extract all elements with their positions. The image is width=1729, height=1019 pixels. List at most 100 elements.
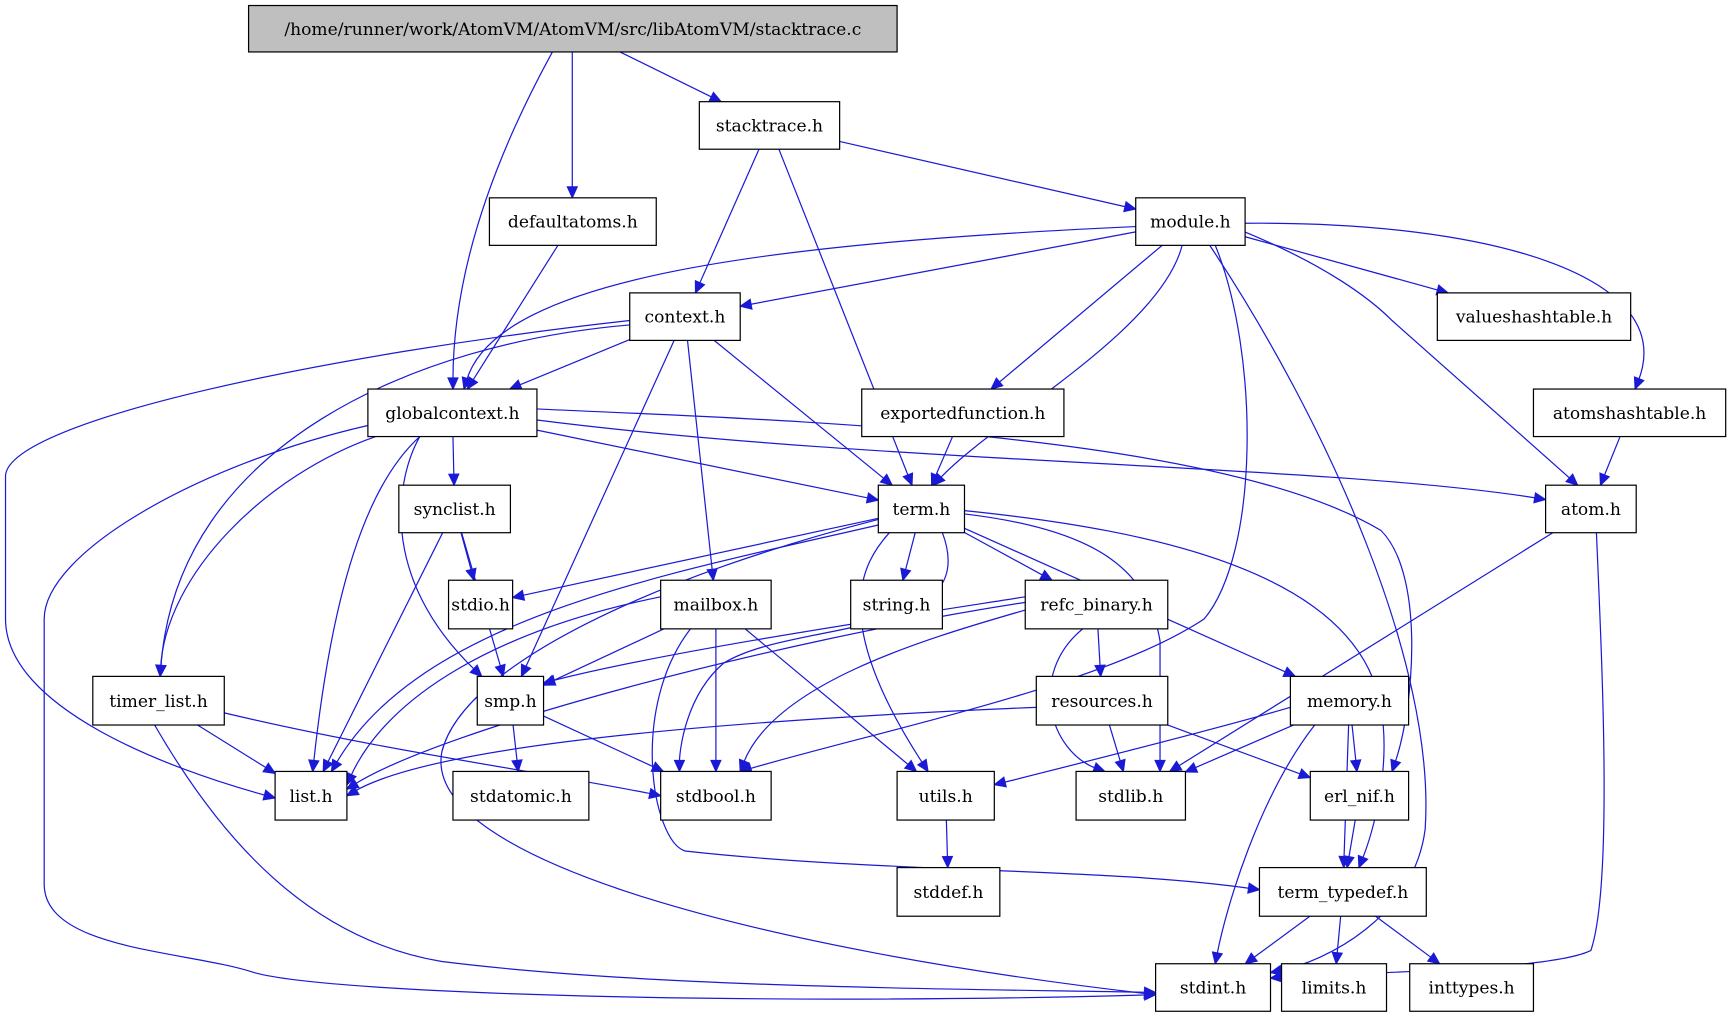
edge-term_typedef-to-limits — [1331, 916, 1344, 966]
edge-stacktrace-to-module — [839, 140, 1138, 213]
arrowhead-icon — [865, 492, 880, 504]
node-memory[interactable]: memory.h — [1289, 675, 1410, 726]
node-inttypes[interactable]: inttypes.h — [1409, 963, 1535, 1012]
edge-mailbox-to-stdbool — [710, 628, 722, 773]
arrowhead-icon — [1331, 951, 1344, 966]
node-label: list.h — [289, 787, 332, 807]
arrowhead-icon — [494, 663, 506, 678]
edge-line — [160, 324, 630, 668]
node-exportedfunction[interactable]: exportedfunction.h — [861, 388, 1065, 438]
node-main[interactable]: /home/runner/work/AtomVM/AtomVM/src/libA… — [247, 4, 898, 53]
node-stacktrace[interactable]: stacktrace.h — [698, 101, 841, 150]
node-utils[interactable]: utils.h — [896, 770, 995, 821]
arrowhead-icon — [511, 589, 526, 601]
edge-context-to-smp — [520, 340, 675, 678]
edge-context-to-globalcontext — [508, 338, 630, 390]
node-stdint[interactable]: stdint.h — [1155, 963, 1272, 1012]
edge-line — [748, 245, 1248, 770]
edge-line — [551, 596, 1026, 682]
node-label: resources.h — [1051, 692, 1153, 712]
edge-module-to-stdbool — [738, 245, 1248, 774]
node-label: atom.h — [1561, 500, 1621, 520]
edge-line — [651, 628, 1251, 890]
node-valueshashtable[interactable]: valueshashtable.h — [1436, 292, 1632, 342]
include-dependency-graph: /home/runner/work/AtomVM/AtomVM/src/libA… — [4, 4, 1727, 1012]
edge-main-to-stacktrace — [619, 51, 723, 103]
node-defaultatoms[interactable]: defaultatoms.h — [488, 197, 657, 246]
edge-line — [964, 531, 1045, 577]
node-label: inttypes.h — [1428, 979, 1514, 999]
edge-line — [1252, 915, 1311, 960]
node-refc-binary[interactable]: refc_binary.h — [1024, 579, 1169, 630]
edge-term_typedef-to-stdint — [1244, 915, 1311, 965]
node-timer-list[interactable]: timer_list.h — [92, 675, 225, 726]
node-context[interactable]: context.h — [629, 292, 741, 342]
node-label: atomshashtable.h — [1553, 404, 1706, 424]
edge-line — [1375, 915, 1433, 959]
node-label: stacktrace.h — [716, 117, 823, 137]
edge-erl_nif-to-term_typedef — [1343, 819, 1356, 869]
edge-main-to-defaultatoms — [566, 51, 579, 200]
node-label: valueshashtable.h — [1455, 308, 1612, 328]
edge-line — [543, 715, 656, 769]
edge-term-to-stdlib — [964, 513, 1166, 773]
arrowhead-icon — [708, 91, 723, 103]
nodes-layer: /home/runner/work/AtomVM/AtomVM/src/libA… — [92, 4, 1727, 1012]
node-label: term_typedef.h — [1277, 883, 1408, 903]
arrowhead-icon — [738, 298, 753, 310]
node-stdatomic[interactable]: stdatomic.h — [452, 770, 590, 821]
arrowhead-icon — [1123, 200, 1138, 213]
edge-line — [1108, 724, 1122, 764]
arrowhead-icon — [566, 186, 579, 200]
edge-smp-to-stdbool — [543, 715, 665, 772]
node-erl-nif[interactable]: erl_nif.h — [1309, 770, 1410, 821]
edge-term-to-list — [330, 524, 879, 773]
node-mailbox[interactable]: mailbox.h — [660, 579, 772, 630]
edge-line — [619, 51, 714, 99]
arrowhead-icon — [673, 759, 686, 773]
node-label: globalcontext.h — [385, 404, 519, 424]
edge-line — [465, 225, 1136, 381]
node-label: refc_binary.h — [1040, 596, 1152, 616]
node-stddef[interactable]: stddef.h — [896, 866, 1001, 917]
node-label: timer_list.h — [109, 692, 207, 712]
arrowhead-icon — [694, 279, 706, 295]
node-label: stdatomic.h — [470, 787, 572, 807]
arrowhead-icon — [1038, 569, 1054, 581]
edge-line — [686, 340, 713, 572]
arrowhead-icon — [447, 377, 459, 391]
arrowhead-icon — [941, 855, 954, 869]
edge-line — [400, 436, 476, 671]
node-stdio[interactable]: stdio.h — [447, 579, 514, 630]
node-synclist[interactable]: synclist.h — [398, 484, 512, 534]
node-label: erl_nif.h — [1324, 787, 1395, 807]
edge-mailbox-to-utils — [744, 628, 918, 773]
edges-layer — [4, 51, 1645, 1001]
node-term-typedef[interactable]: term_typedef.h — [1258, 866, 1427, 917]
node-globalcontext[interactable]: globalcontext.h — [367, 388, 538, 438]
arrowhead-icon — [508, 379, 523, 390]
edge-globalcontext-to-timer_list — [155, 435, 376, 678]
node-atom[interactable]: atom.h — [1544, 484, 1637, 534]
node-module[interactable]: module.h — [1135, 197, 1246, 246]
node-limits[interactable]: limits.h — [1280, 963, 1388, 1012]
node-stdlib[interactable]: stdlib.h — [1075, 770, 1187, 821]
node-string[interactable]: string.h — [850, 579, 943, 630]
node-label: stdint.h — [1180, 979, 1246, 999]
edge-utils-to-stddef — [941, 820, 954, 869]
node-term[interactable]: term.h — [877, 484, 966, 534]
node-list[interactable]: list.h — [274, 770, 348, 821]
node-atomshashtable[interactable]: atomshashtable.h — [1532, 388, 1727, 438]
node-resources[interactable]: resources.h — [1035, 675, 1169, 726]
edge-globalcontext-to-term — [536, 429, 880, 504]
node-smp[interactable]: smp.h — [476, 675, 545, 726]
edge-line — [512, 724, 518, 763]
node-stdbool[interactable]: stdbool.h — [660, 770, 772, 821]
node-label: string.h — [863, 596, 931, 616]
edge-defaultatoms-to-globalcontext — [466, 245, 559, 391]
arrowhead-icon — [1633, 376, 1645, 391]
node-label: utils.h — [919, 787, 973, 807]
arrowhead-icon — [1533, 491, 1547, 504]
edge-line — [460, 532, 473, 572]
arrowhead-icon — [1168, 760, 1183, 773]
